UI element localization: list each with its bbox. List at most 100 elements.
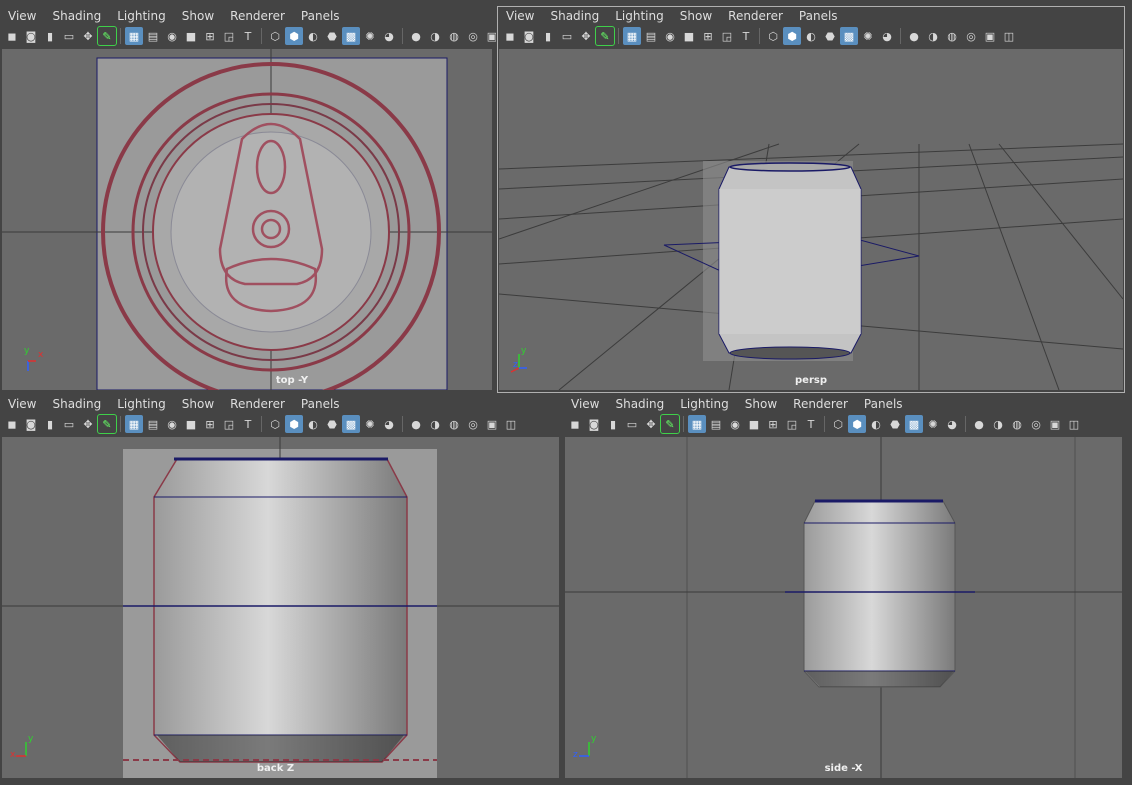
film-gate-icon[interactable]: ▤ [144,415,162,433]
textured-icon[interactable]: ▩ [905,415,923,433]
menu-view[interactable]: View [563,397,607,411]
image-plane-icon[interactable]: ▭ [623,415,641,433]
film-gate-icon[interactable]: ▤ [144,27,162,45]
menu-show[interactable]: Show [174,397,222,411]
smooth-shade-icon[interactable]: ⬢ [783,27,801,45]
ambient-occlusion-icon[interactable]: ● [407,415,425,433]
menu-shading[interactable]: Shading [44,397,109,411]
menu-view[interactable]: View [0,9,44,23]
gate-mask-icon[interactable]: ■ [182,415,200,433]
grease-pencil-icon[interactable]: ✎ [660,414,680,434]
image-plane-icon[interactable]: ▭ [60,415,78,433]
anti-alias-icon[interactable]: ◍ [1008,415,1026,433]
field-chart-icon[interactable]: ⊞ [201,415,219,433]
gate-mask-icon[interactable]: ■ [745,415,763,433]
depth-of-field-icon[interactable]: ◎ [1027,415,1045,433]
smooth-shade-icon[interactable]: ⬢ [285,27,303,45]
safe-title-icon[interactable]: T [239,27,257,45]
safe-action-icon[interactable]: ◲ [220,415,238,433]
safe-title-icon[interactable]: T [737,27,755,45]
grease-pencil-icon[interactable]: ✎ [97,26,117,46]
anti-alias-icon[interactable]: ◍ [445,27,463,45]
grid-icon[interactable]: ▦ [688,415,706,433]
default-material-icon[interactable]: ◐ [304,415,322,433]
camera-attr-icon[interactable]: ◙ [520,27,538,45]
anti-alias-icon[interactable]: ◍ [943,27,961,45]
wireframe-icon[interactable]: ⬡ [764,27,782,45]
film-gate-icon[interactable]: ▤ [707,415,725,433]
image-plane-icon[interactable]: ▭ [558,27,576,45]
safe-action-icon[interactable]: ◲ [220,27,238,45]
motion-blur-icon[interactable]: ◑ [426,415,444,433]
menu-renderer[interactable]: Renderer [222,397,293,411]
menu-panels[interactable]: Panels [293,397,348,411]
bookmark-icon[interactable]: ▮ [41,27,59,45]
panel-top[interactable]: View Shading Lighting Show Renderer Pane… [0,7,496,392]
isolate-select-icon[interactable]: ▣ [981,27,999,45]
xray-icon[interactable]: ◫ [1065,415,1083,433]
menu-lighting[interactable]: Lighting [672,397,737,411]
menu-renderer[interactable]: Renderer [785,397,856,411]
smooth-shade-icon[interactable]: ⬢ [848,415,866,433]
xray-icon[interactable]: ◫ [502,415,520,433]
menu-shading[interactable]: Shading [607,397,672,411]
panel-persp[interactable]: View Shading Lighting Show Renderer Pane… [497,6,1125,393]
motion-blur-icon[interactable]: ◑ [426,27,444,45]
camera-select-icon[interactable]: ◼ [566,415,584,433]
wireframe-on-shaded-icon[interactable]: ⬣ [821,27,839,45]
wireframe-icon[interactable]: ⬡ [266,27,284,45]
ambient-occlusion-icon[interactable]: ● [905,27,923,45]
menu-panels[interactable]: Panels [856,397,911,411]
2d-pan-icon[interactable]: ✥ [79,27,97,45]
safe-title-icon[interactable]: T [239,415,257,433]
motion-blur-icon[interactable]: ◑ [924,27,942,45]
film-gate-icon[interactable]: ▤ [642,27,660,45]
depth-of-field-icon[interactable]: ◎ [962,27,980,45]
use-lights-icon[interactable]: ✺ [859,27,877,45]
image-plane-icon[interactable]: ▭ [60,27,78,45]
wireframe-icon[interactable]: ⬡ [266,415,284,433]
default-material-icon[interactable]: ◐ [304,27,322,45]
2d-pan-icon[interactable]: ✥ [577,27,595,45]
resolution-gate-icon[interactable]: ◉ [726,415,744,433]
motion-blur-icon[interactable]: ◑ [989,415,1007,433]
menu-shading[interactable]: Shading [44,9,109,23]
field-chart-icon[interactable]: ⊞ [201,27,219,45]
camera-attr-icon[interactable]: ◙ [22,27,40,45]
resolution-gate-icon[interactable]: ◉ [661,27,679,45]
wireframe-on-shaded-icon[interactable]: ⬣ [886,415,904,433]
camera-select-icon[interactable]: ◼ [501,27,519,45]
menu-renderer[interactable]: Renderer [222,9,293,23]
default-material-icon[interactable]: ◐ [802,27,820,45]
anti-alias-icon[interactable]: ◍ [445,415,463,433]
menu-lighting[interactable]: Lighting [109,9,174,23]
isolate-select-icon[interactable]: ▣ [483,27,496,45]
isolate-select-icon[interactable]: ▣ [483,415,501,433]
resolution-gate-icon[interactable]: ◉ [163,415,181,433]
wireframe-icon[interactable]: ⬡ [829,415,847,433]
menu-show[interactable]: Show [174,9,222,23]
grease-pencil-icon[interactable]: ✎ [595,26,615,46]
shadows-icon[interactable]: ◕ [380,415,398,433]
2d-pan-icon[interactable]: ✥ [79,415,97,433]
resolution-gate-icon[interactable]: ◉ [163,27,181,45]
wireframe-on-shaded-icon[interactable]: ⬣ [323,27,341,45]
panel-side[interactable]: View Shading Lighting Show Renderer Pane… [563,395,1124,780]
safe-action-icon[interactable]: ◲ [783,415,801,433]
shadows-icon[interactable]: ◕ [380,27,398,45]
wireframe-on-shaded-icon[interactable]: ⬣ [323,415,341,433]
shadows-icon[interactable]: ◕ [943,415,961,433]
gate-mask-icon[interactable]: ■ [182,27,200,45]
menu-shading[interactable]: Shading [542,9,607,23]
gate-mask-icon[interactable]: ■ [680,27,698,45]
menu-show[interactable]: Show [737,397,785,411]
use-lights-icon[interactable]: ✺ [924,415,942,433]
viewport-back[interactable]: y x back Z [2,437,559,778]
menu-renderer[interactable]: Renderer [720,9,791,23]
menu-view[interactable]: View [498,9,542,23]
grid-icon[interactable]: ▦ [623,27,641,45]
shadows-icon[interactable]: ◕ [878,27,896,45]
menu-lighting[interactable]: Lighting [607,9,672,23]
smooth-shade-icon[interactable]: ⬢ [285,415,303,433]
use-lights-icon[interactable]: ✺ [361,27,379,45]
